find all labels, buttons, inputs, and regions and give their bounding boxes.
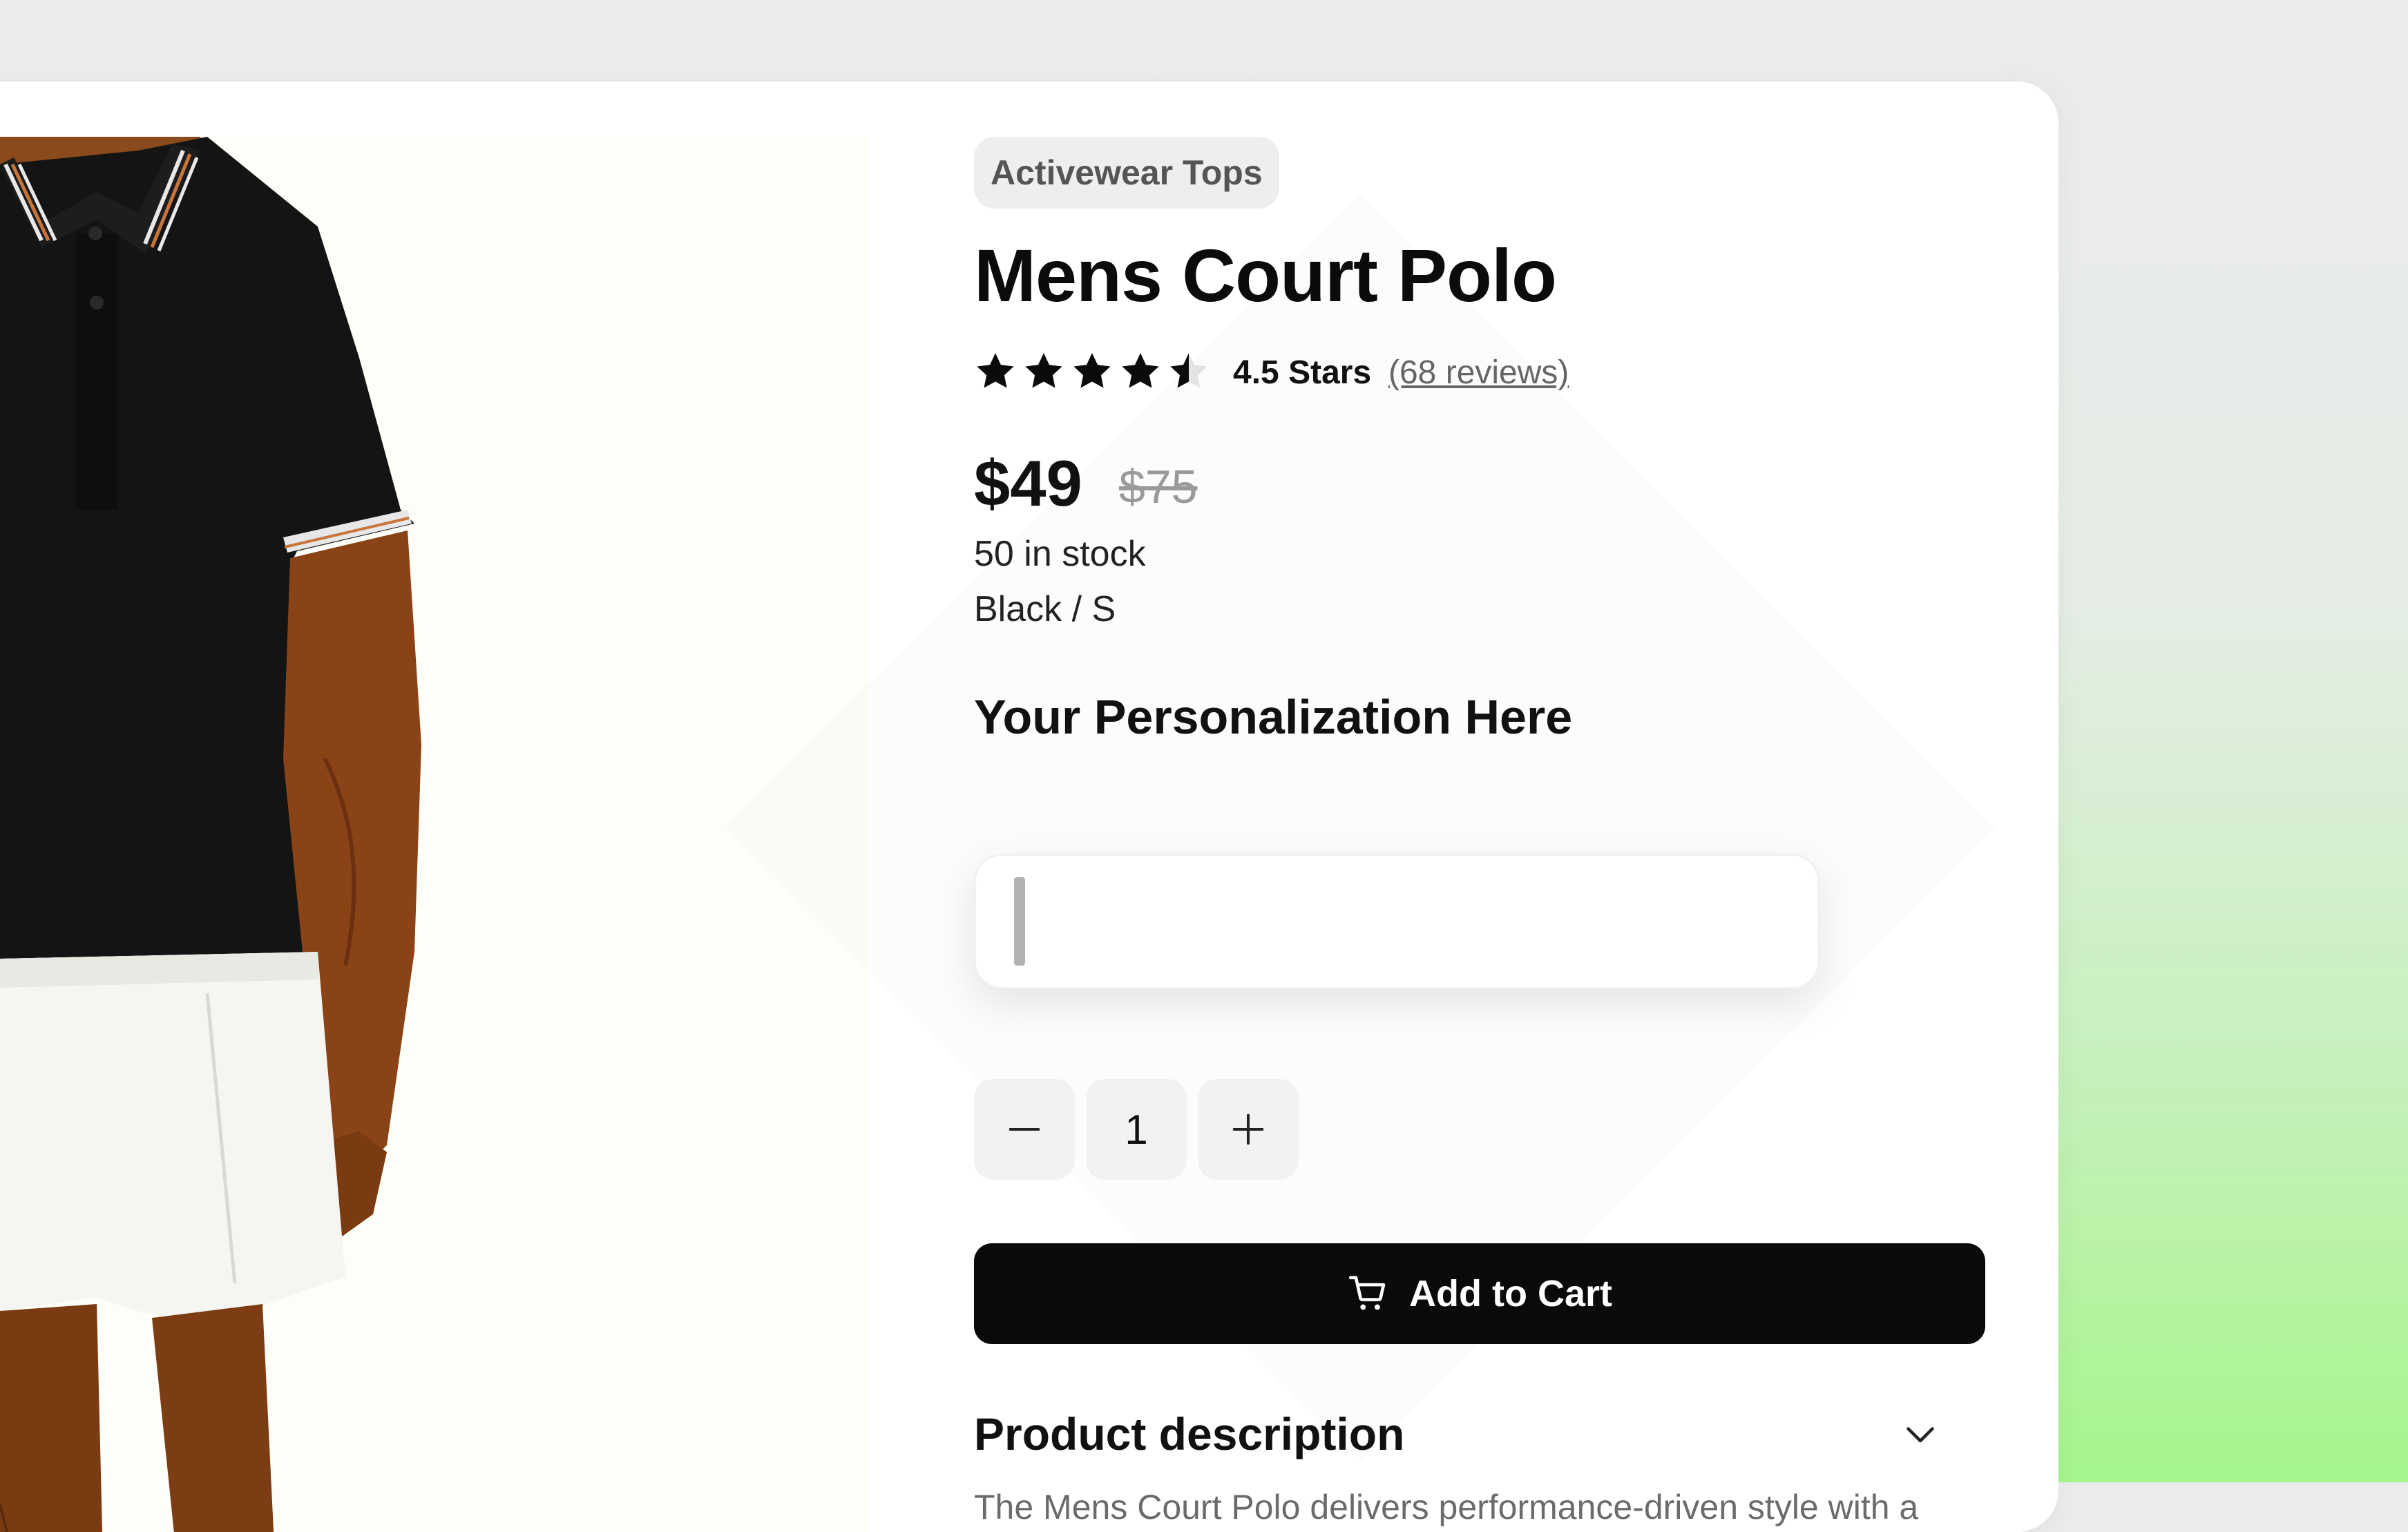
add-to-cart-label: Add to Cart [1409, 1273, 1612, 1314]
reviews-link[interactable]: (68 reviews) [1388, 354, 1569, 392]
add-to-cart-button[interactable]: Add to Cart [974, 1243, 1985, 1344]
star-rating [974, 350, 1210, 392]
plus-icon [1232, 1113, 1264, 1145]
background-gradient [2003, 0, 2408, 1482]
star-half-icon [1170, 353, 1207, 388]
personalization-input[interactable] [974, 854, 1819, 989]
description-text: The Mens Court Polo delivers performance… [974, 1488, 1919, 1532]
description-title[interactable]: Product description [974, 1408, 1404, 1460]
star-full-icon [977, 353, 1014, 388]
chevron-down-icon [1907, 1427, 1934, 1443]
price-original: $75 [1119, 461, 1198, 513]
description-toggle[interactable] [1900, 1413, 1941, 1458]
star-full-icon [1025, 353, 1062, 388]
category-badge[interactable]: Activewear Tops [974, 137, 1279, 209]
price-current: $49 [974, 447, 1082, 519]
product-card: Activewear Tops Mens Court Polo 4.5 Star… [0, 82, 2058, 1532]
cart-icon [1348, 1276, 1386, 1310]
minus-icon [1009, 1127, 1040, 1131]
variant-label: Black / S [974, 589, 1116, 629]
star-full-icon [1073, 353, 1111, 388]
star-full-icon [1122, 353, 1159, 388]
rating-text: 4.5 Stars [1233, 354, 1372, 391]
quantity-decrement-button[interactable] [974, 1079, 1075, 1180]
product-title: Mens Court Polo [974, 233, 1557, 317]
quantity-value: 1 [1086, 1079, 1187, 1180]
quantity-increment-button[interactable] [1198, 1079, 1299, 1180]
text-cursor [1014, 877, 1025, 966]
stock-status: 50 in stock [974, 534, 1146, 574]
personalization-label: Your Personalization Here [974, 690, 1573, 744]
